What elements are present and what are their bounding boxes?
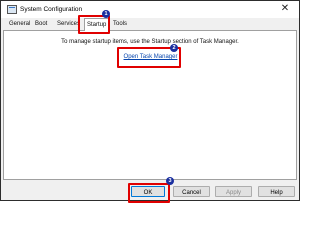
tab-boot[interactable]: Boot xyxy=(33,20,49,29)
apply-button[interactable]: Apply xyxy=(215,186,252,197)
help-button[interactable]: Help xyxy=(258,186,295,197)
tab-services[interactable]: Services xyxy=(55,20,82,29)
window-title: System Configuration xyxy=(20,6,83,13)
step-badge-2: 2 xyxy=(170,44,178,52)
tab-general[interactable]: General xyxy=(7,20,32,29)
tab-bar: General Boot Services Startup Tools xyxy=(3,18,297,31)
ok-button[interactable]: OK xyxy=(131,186,165,197)
close-icon[interactable]: ✕ xyxy=(279,3,291,15)
tab-startup[interactable]: Startup xyxy=(84,18,110,31)
open-task-manager-link[interactable]: Open Task Manager xyxy=(123,54,178,60)
system-configuration-window: System Configuration ✕ General Boot Serv… xyxy=(0,0,300,201)
tab-tools[interactable]: Tools xyxy=(111,20,129,29)
app-icon xyxy=(7,5,17,14)
startup-message: To manage startup items, use the Startup… xyxy=(61,39,239,45)
step-badge-3: 3 xyxy=(166,177,174,185)
step-badge-1: 1 xyxy=(102,10,110,18)
title-bar: System Configuration ✕ xyxy=(1,1,299,18)
cancel-button[interactable]: Cancel xyxy=(173,186,210,197)
